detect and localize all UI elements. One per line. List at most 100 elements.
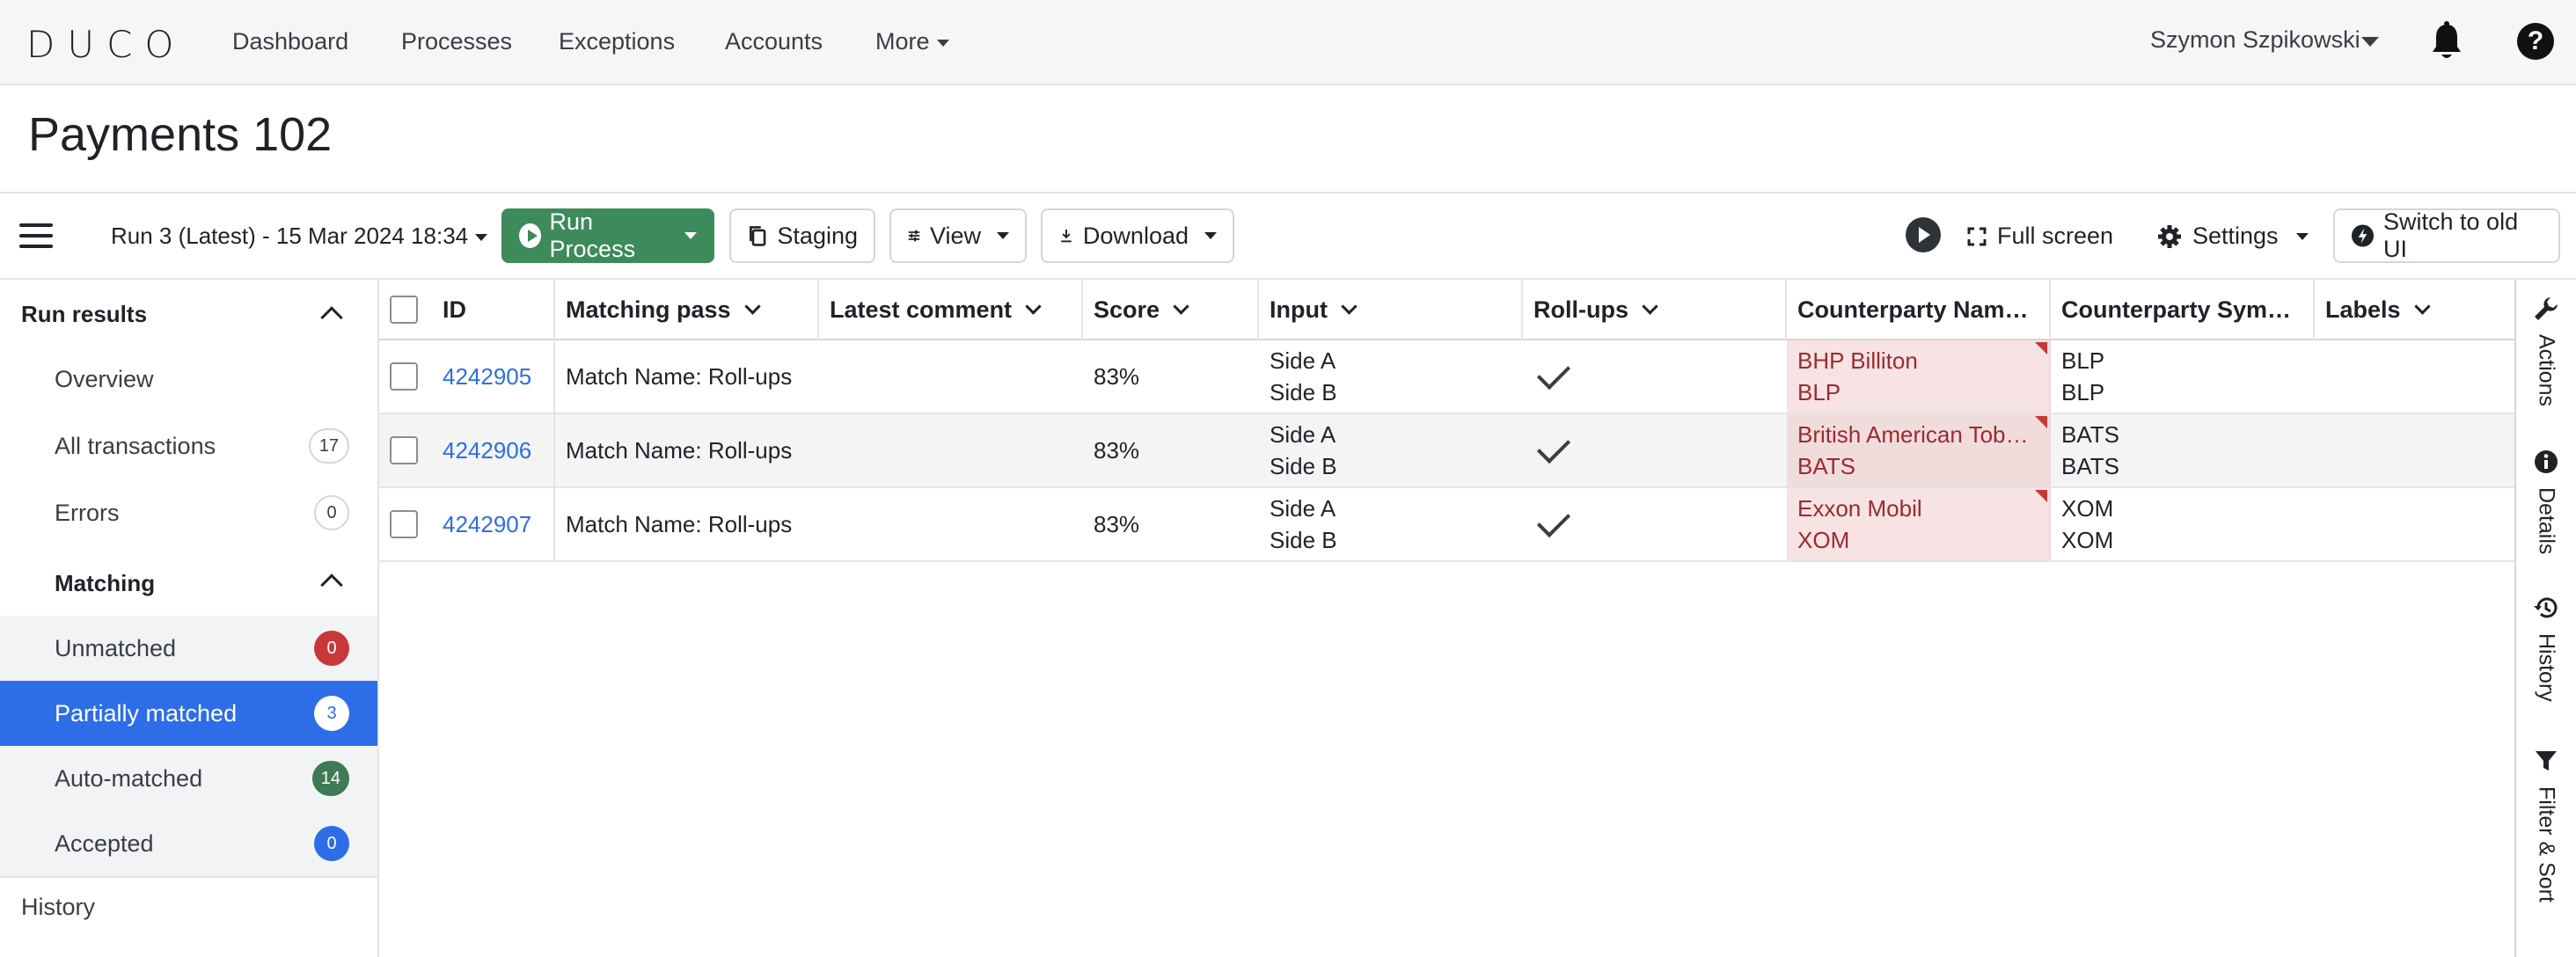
bolt-circle-icon [2351, 224, 2375, 247]
transaction-id-link[interactable]: 4242906 [432, 414, 555, 486]
user-menu-name[interactable]: Szymon Szpikowski [2150, 26, 2360, 54]
row-checkbox[interactable] [390, 436, 418, 464]
side-a-label: Side A [1270, 347, 1336, 374]
view-button[interactable]: View [889, 208, 1027, 263]
run-selector[interactable]: Run 3 (Latest) - 15 Mar 2024 18:34 [111, 223, 488, 250]
rail-filter-sort-label: Filter & Sort [2534, 786, 2559, 902]
table-row[interactable]: 4242907 Match Name: Roll-ups 83% Side A … [379, 488, 2514, 562]
run-process-button[interactable]: Run Process [501, 208, 714, 263]
full-screen-button[interactable]: Full screen [1967, 223, 2113, 250]
bell-icon[interactable] [2430, 21, 2463, 62]
nav-more[interactable]: More [875, 28, 949, 55]
mismatch-flag-icon [2035, 342, 2047, 354]
row-checkbox[interactable] [390, 510, 418, 538]
column-header-counterparty-symbol[interactable]: Counterparty Sym… [2051, 280, 2315, 340]
staging-button[interactable]: Staging [729, 208, 875, 263]
rail-history-label: History [2534, 633, 2559, 702]
run-results-heading[interactable]: Run results [21, 301, 147, 328]
counterparty-name-cell[interactable]: BHP Billiton BLP [1787, 340, 2051, 413]
sidebar-item-overview[interactable]: Overview [0, 347, 377, 412]
rail-filter-sort[interactable]: Filter & Sort [2516, 748, 2576, 902]
count-badge: 14 [311, 761, 349, 796]
column-header-matching-pass[interactable]: Matching pass [555, 280, 819, 340]
select-all-checkbox[interactable] [390, 296, 418, 324]
history-icon [2534, 597, 2558, 618]
table-row[interactable]: 4242905 Match Name: Roll-ups 83% Side A … [379, 340, 2514, 414]
column-header-labels[interactable]: Labels [2315, 280, 2514, 340]
matching-pass-cell: Match Name: Roll-ups [566, 436, 793, 464]
labels-cell [2315, 340, 2514, 413]
chevron-down-icon [1173, 298, 1189, 315]
input-cell: Side A Side B [1259, 414, 1523, 486]
side-b-value: BATS [2061, 453, 2119, 479]
settings-button[interactable]: Settings [2157, 223, 2309, 250]
column-header-label: Latest comment [830, 296, 1013, 323]
check-icon [1536, 503, 1571, 538]
matching-pass-cell: Match Name: Roll-ups [566, 510, 793, 537]
table-row[interactable]: 4242906 Match Name: Roll-ups 83% Side A … [379, 414, 2514, 488]
sidebar-item-all-transactions[interactable]: All transactions 17 [0, 413, 377, 478]
count-badge: 17 [308, 428, 349, 464]
toolbar: Run 3 (Latest) - 15 Mar 2024 18:34 Run P… [0, 192, 2576, 280]
column-header-latest-comment[interactable]: Latest comment [819, 280, 1083, 340]
counterparty-name-cell[interactable]: Exxon Mobil XOM [1787, 488, 2051, 560]
play-icon[interactable] [1906, 217, 1941, 252]
chevron-down-icon [743, 298, 761, 315]
nav-exceptions[interactable]: Exceptions [559, 28, 675, 55]
sidebar-item-history[interactable]: History [21, 894, 95, 921]
hamburger-menu-icon[interactable] [19, 223, 53, 250]
labels-cell [2315, 414, 2514, 486]
sidebar-item-errors[interactable]: Errors 0 [0, 480, 377, 545]
column-header-label: Input [1270, 296, 1328, 323]
top-navigation: DUCO Dashboard Processes Exceptions Acco… [0, 0, 2576, 85]
sidebar-item-unmatched[interactable]: Unmatched 0 [0, 616, 377, 681]
sidebar-item-partially-matched[interactable]: Partially matched 3 [0, 681, 377, 746]
transaction-id-link[interactable]: 4242905 [432, 340, 555, 413]
side-a-value: Exxon Mobil [1797, 495, 1922, 522]
side-b-value: XOM [2061, 527, 2114, 553]
rail-actions[interactable]: Actions [2516, 296, 2576, 406]
row-checkbox[interactable] [390, 362, 418, 391]
sidebar-item-label: All transactions [55, 432, 216, 459]
sidebar-item-label: Accepted [55, 829, 154, 857]
rail-history[interactable]: History [2516, 595, 2576, 702]
column-header-roll-ups[interactable]: Roll-ups [1523, 280, 1787, 340]
divider [0, 876, 377, 878]
sidebar-item-label: Auto-matched [55, 764, 203, 792]
check-icon [1536, 429, 1571, 464]
tune-icon [908, 230, 920, 242]
sidebar-item-accepted[interactable]: Accepted 0 [0, 811, 377, 876]
fullscreen-icon [1967, 227, 1987, 245]
side-b-value: BLP [1797, 379, 1841, 405]
nav-dashboard[interactable]: Dashboard [232, 28, 348, 55]
column-header-id[interactable]: ID [432, 280, 474, 340]
user-caret-down-icon[interactable] [2361, 37, 2379, 47]
column-header-input[interactable]: Input [1259, 280, 1523, 340]
input-cell: Side A Side B [1259, 488, 1523, 560]
side-a-label: Side A [1270, 495, 1336, 522]
gear-icon [2158, 224, 2181, 248]
view-label: View [929, 222, 981, 249]
help-icon[interactable]: ? [2517, 23, 2554, 60]
caret-down-icon [684, 232, 697, 239]
transaction-id-link[interactable]: 4242907 [432, 488, 555, 560]
rail-details-label: Details [2534, 487, 2559, 555]
column-header-counterparty-name[interactable]: Counterparty Nam… [1787, 280, 2051, 340]
rail-details[interactable]: Details [2516, 449, 2576, 554]
download-button[interactable]: Download [1041, 208, 1234, 263]
nav-accounts[interactable]: Accounts [725, 28, 823, 55]
nav-processes[interactable]: Processes [401, 28, 512, 55]
wrench-icon [2535, 297, 2558, 320]
sidebar-item-label: Overview [55, 365, 154, 392]
run-selector-label: Run 3 (Latest) - 15 Mar 2024 18:34 [111, 223, 469, 249]
switch-to-old-ui-button[interactable]: Switch to old UI [2333, 208, 2560, 263]
caret-down-icon [475, 234, 488, 242]
matching-heading[interactable]: Matching [55, 570, 155, 597]
duco-logo[interactable]: DUCO [26, 23, 186, 66]
chevron-up-icon[interactable] [320, 306, 343, 329]
sidebar: Run results Overview All transactions 17… [0, 280, 379, 957]
sidebar-item-auto-matched[interactable]: Auto-matched 14 [0, 746, 377, 811]
column-header-score[interactable]: Score [1083, 280, 1259, 340]
counterparty-name-cell[interactable]: British American Tob… BATS [1787, 414, 2051, 486]
chevron-up-icon[interactable] [320, 573, 343, 596]
